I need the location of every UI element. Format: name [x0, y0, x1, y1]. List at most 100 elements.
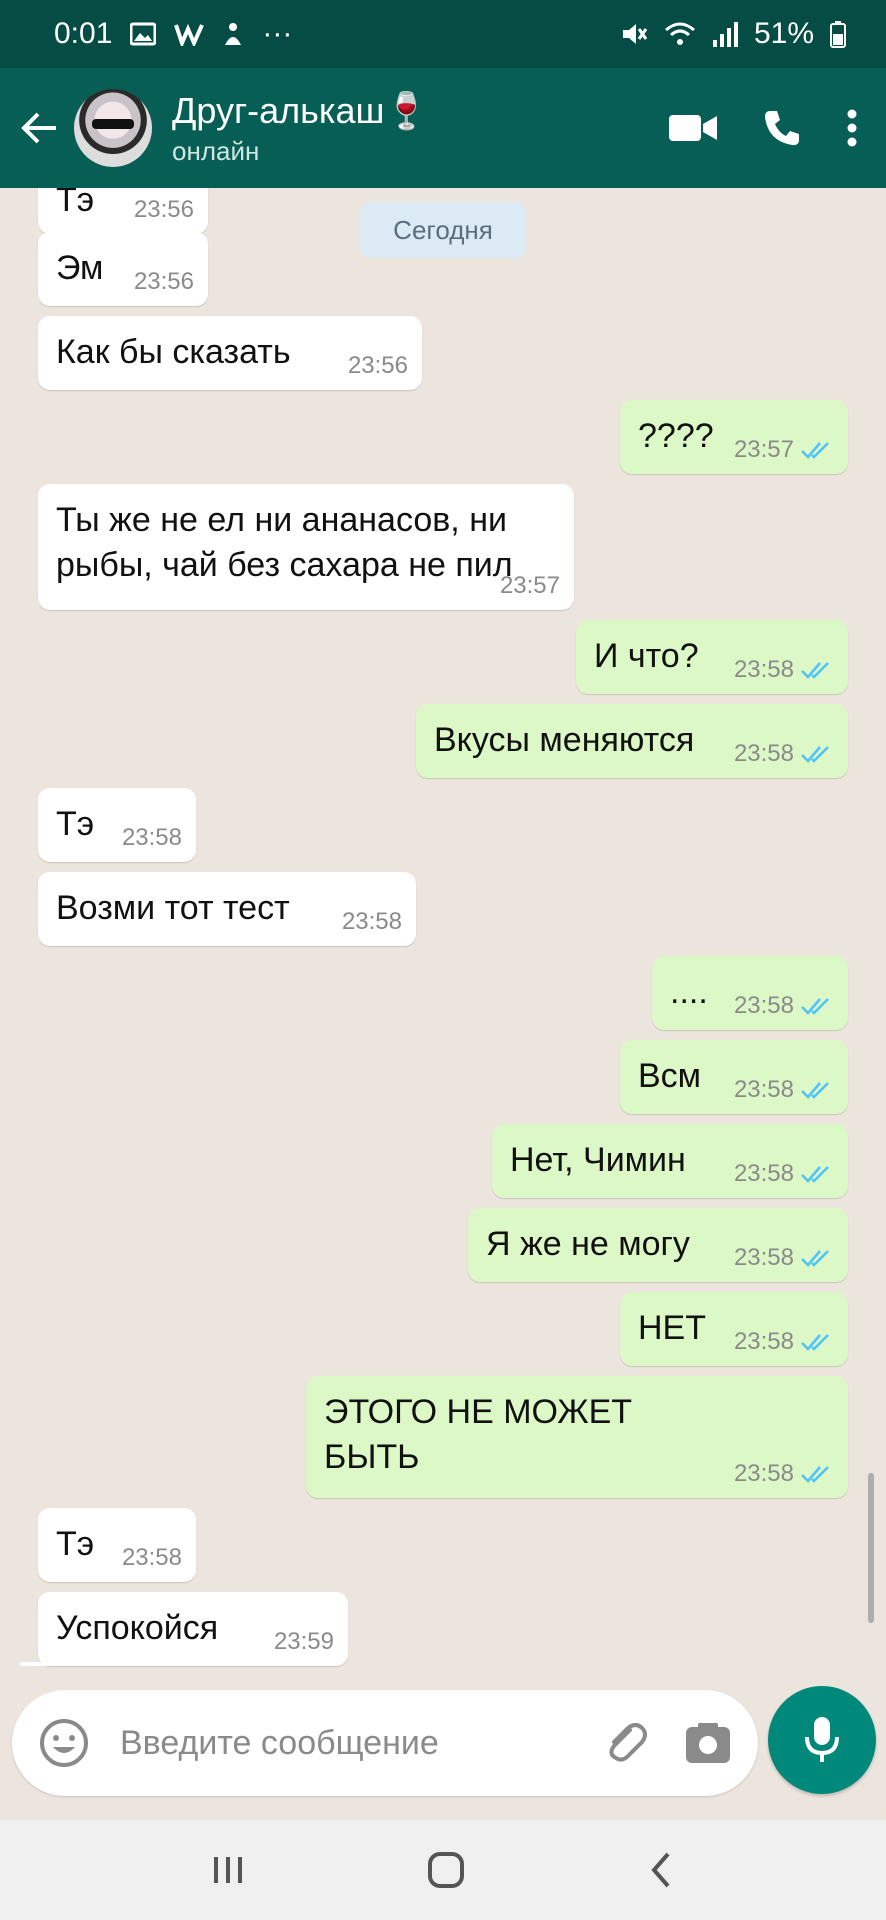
wine-glass-emoji: 🍷: [384, 89, 430, 131]
message-meta: 23:58: [734, 1326, 834, 1358]
message-meta: 23:56: [348, 350, 408, 382]
phone-icon[interactable]: [762, 108, 802, 148]
incoming-message[interactable]: Эм 23:56: [38, 232, 208, 306]
w-app-notification-icon: [174, 23, 205, 46]
incoming-message[interactable]: Тэ 23:56: [38, 188, 208, 234]
contact-status: онлайн: [172, 135, 260, 166]
outgoing-message[interactable]: ???? 23:57: [620, 400, 848, 474]
video-call-icon[interactable]: [668, 112, 718, 144]
read-receipt-icon: [801, 662, 829, 679]
back-button[interactable]: [8, 96, 72, 160]
status-bar: 0:01 ··· 51%: [0, 0, 886, 68]
paperclip-icon[interactable]: [600, 1718, 650, 1768]
message-meta: 23:58: [734, 1158, 834, 1190]
contact-info[interactable]: Друг-алькаш🍷 онлайн: [172, 90, 429, 167]
new-message-divider: [20, 1662, 266, 1666]
composer: Введите сообщение: [0, 1680, 886, 1820]
message-time: 23:58: [733, 1076, 794, 1104]
read-receipt-icon: [801, 1082, 829, 1099]
message-meta: 23:58: [122, 1542, 182, 1574]
message-input-placeholder[interactable]: Введите сообщение: [120, 1724, 439, 1763]
message-time: 23:58: [733, 656, 794, 684]
message-meta: 23:56: [134, 194, 194, 226]
message-list[interactable]: Сегодня Тэ 23:56 Эм 23:56 Как бы сказать 23:5…: [0, 188, 886, 1678]
message-time: 23:56: [133, 268, 194, 296]
nav-back-icon[interactable]: [646, 1850, 676, 1890]
outgoing-message[interactable]: ЭТОГО НЕ МОЖЕТ БЫТЬ 23:58: [306, 1376, 848, 1498]
battery-icon: [830, 21, 846, 48]
wifi-icon: [664, 22, 695, 45]
message-meta: 23:57: [500, 570, 560, 602]
read-receipt-icon: [801, 1250, 829, 1267]
outgoing-message[interactable]: НЕТ 23:58: [620, 1292, 848, 1366]
date-chip: Сегодня: [360, 202, 526, 258]
message-meta: 23:58: [734, 738, 834, 770]
arrow-left-icon: [21, 112, 56, 144]
signal-icon: [712, 22, 738, 47]
message-meta: 23:58: [734, 990, 834, 1022]
message-meta: 23:56: [134, 266, 194, 298]
message-meta: 23:59: [274, 1626, 334, 1658]
outgoing-message[interactable]: Всм 23:58: [620, 1040, 848, 1114]
message-time: 23:58: [121, 1544, 182, 1572]
read-receipt-icon: [801, 442, 829, 459]
message-time: 23:57: [499, 572, 560, 600]
app-notification-icon: [225, 23, 242, 45]
incoming-message[interactable]: Тэ 23:58: [38, 788, 196, 862]
emoji-icon[interactable]: [38, 1717, 90, 1769]
message-meta: 23:58: [342, 906, 402, 938]
read-receipt-icon: [801, 1166, 829, 1183]
message-time: 23:58: [733, 1328, 794, 1356]
system-nav-bar: [0, 1820, 886, 1920]
message-meta: 23:58: [734, 1458, 834, 1490]
read-receipt-icon: [801, 1466, 829, 1483]
outgoing-message[interactable]: Я же не могу 23:58: [468, 1208, 848, 1282]
message-meta: 23:58: [734, 654, 834, 686]
message-time: 23:59: [273, 1628, 334, 1656]
read-receipt-icon: [801, 998, 829, 1015]
microphone-button[interactable]: [768, 1686, 876, 1794]
message-time: 23:56: [347, 352, 408, 380]
clock: 0:01: [54, 17, 113, 50]
read-receipt-icon: [801, 746, 829, 763]
message-time: 23:56: [133, 196, 194, 224]
home-icon[interactable]: [426, 1850, 466, 1890]
incoming-message[interactable]: Возми тот тест 23:58: [38, 872, 416, 946]
avatar[interactable]: [74, 89, 152, 167]
message-time: 23:58: [121, 824, 182, 852]
scroll-indicator[interactable]: [868, 1473, 874, 1623]
incoming-message[interactable]: Тэ 23:58: [38, 1508, 196, 1582]
microphone-icon: [805, 1717, 839, 1762]
contact-name-text: Друг-алькаш: [172, 89, 385, 131]
incoming-message[interactable]: Как бы сказать 23:56: [38, 316, 422, 390]
outgoing-message[interactable]: .... 23:58: [652, 956, 848, 1030]
gallery-notification-icon: [130, 22, 157, 46]
message-meta: 23:57: [734, 434, 834, 466]
message-meta: 23:58: [122, 822, 182, 854]
more-vert-icon[interactable]: [846, 108, 858, 148]
camera-icon[interactable]: [684, 1721, 732, 1765]
read-receipt-icon: [801, 1334, 829, 1351]
message-time: 23:58: [733, 740, 794, 768]
contact-name: Друг-алькаш🍷: [172, 90, 429, 132]
outgoing-message[interactable]: Нет, Чимин 23:58: [492, 1124, 848, 1198]
message-time: 23:57: [733, 436, 794, 464]
outgoing-message[interactable]: И что? 23:58: [576, 620, 848, 694]
recent-apps-icon[interactable]: [210, 1853, 246, 1887]
battery-percent: 51%: [753, 17, 814, 50]
message-time: 23:58: [733, 1160, 794, 1188]
message-time: 23:58: [733, 1244, 794, 1272]
message-time: 23:58: [733, 992, 794, 1020]
message-time: 23:58: [341, 908, 402, 936]
incoming-message[interactable]: Ты же не ел ни ананасов, ни рыбы, чай бе…: [38, 484, 574, 610]
more-notifications: ···: [262, 17, 293, 50]
message-time: 23:58: [733, 1460, 794, 1488]
message-meta: 23:58: [734, 1242, 834, 1274]
message-input-box[interactable]: Введите сообщение: [12, 1690, 758, 1796]
outgoing-message[interactable]: Вкусы меняются 23:58: [416, 704, 848, 778]
message-meta: 23:58: [734, 1074, 834, 1106]
chat-header: Друг-алькаш🍷 онлайн: [0, 68, 886, 188]
incoming-message[interactable]: Успокойся 23:59: [38, 1592, 348, 1666]
mute-icon: [622, 24, 648, 44]
message-text: Ты же не ел ни ананасов, ни рыбы, чай бе…: [56, 501, 513, 584]
